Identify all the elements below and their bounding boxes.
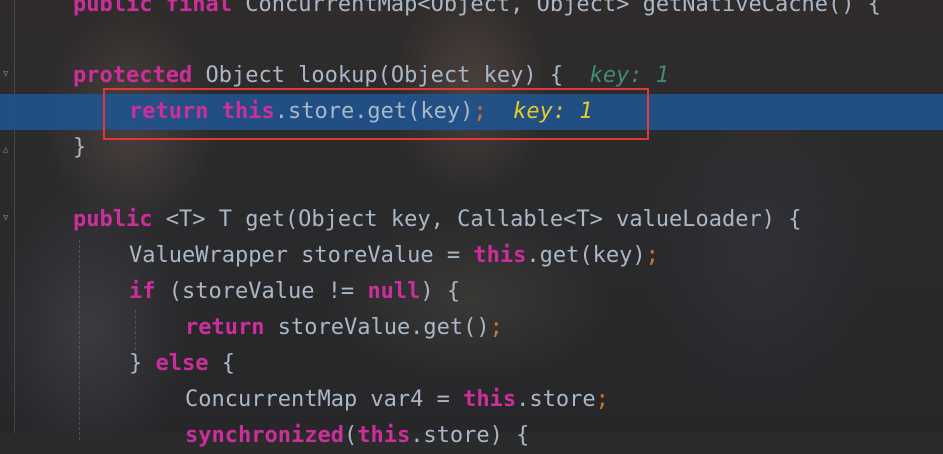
code-line-current-execution[interactable]: return this.store.get(key); key: 1: [0, 94, 943, 130]
code-text: .store: [516, 387, 596, 412]
code-text: ) {: [420, 279, 461, 304]
code-line-storevalue-assign[interactable]: ValueWrapper storeValue = this.get(key);: [0, 238, 943, 274]
code-line-lookup-signature[interactable]: protected Object lookup(Object key) { ke…: [0, 58, 943, 94]
code-line-var4-assign[interactable]: ConcurrentMap var4 = this.store;: [0, 382, 943, 418]
code-line-if-condition[interactable]: if (storeValue != null) {: [0, 274, 943, 310]
semicolon: ;: [473, 99, 487, 124]
code-line-synchronized[interactable]: synchronized(this.store) {: [0, 418, 943, 454]
code-text: ValueWrapper storeValue =: [129, 243, 474, 268]
code-text: }: [129, 351, 156, 376]
keyword: this: [463, 387, 517, 412]
code-text: ConcurrentMap<Object, Object> getNativeC…: [245, 0, 881, 17]
keyword: public: [73, 207, 153, 232]
keyword: return: [185, 315, 265, 340]
code-line-get-signature[interactable]: public <T> T get(Object key, Callable<T>…: [0, 202, 943, 238]
keyword: this: [221, 99, 275, 124]
code-text: <T> T get(Object key, Callable<T> valueL…: [165, 207, 802, 232]
code-line-getnativecache[interactable]: public final ConcurrentMap<Object, Objec…: [0, 0, 943, 23]
keyword: this: [473, 243, 527, 268]
code-line-else[interactable]: } else {: [0, 346, 943, 382]
code-text: }: [73, 135, 87, 160]
keyword: synchronized: [185, 423, 344, 448]
code-text: Object lookup(Object key) {: [205, 63, 564, 88]
code-text: .store.get(key): [274, 99, 474, 124]
code-line-close-brace[interactable]: }: [0, 130, 943, 166]
code-editor[interactable]: public final ConcurrentMap<Object, Objec…: [0, 0, 943, 448]
code-line-return-storevalue[interactable]: return storeValue.get();: [0, 310, 943, 346]
keyword: protected: [73, 63, 193, 88]
debug-inline-value: key: 1: [589, 63, 670, 88]
keyword: final: [165, 0, 232, 17]
code-text: {: [221, 351, 235, 376]
code-text: .store) {: [410, 423, 530, 448]
debug-inline-value: key: 1: [513, 99, 593, 124]
semicolon: ;: [645, 243, 659, 268]
keyword: this: [357, 423, 411, 448]
code-text: (: [343, 423, 358, 448]
code-text: ConcurrentMap var4 =: [185, 387, 464, 412]
code-text: .get(key): [526, 243, 646, 268]
code-text: storeValue.get(): [277, 315, 490, 340]
semicolon: ;: [595, 387, 609, 412]
semicolon: ;: [489, 315, 503, 340]
keyword: else: [155, 351, 209, 376]
keyword: return: [129, 99, 209, 124]
keyword: public: [73, 0, 153, 17]
code-text: (storeValue !=: [168, 279, 368, 304]
keyword: null: [367, 279, 421, 304]
keyword: if: [129, 279, 156, 304]
